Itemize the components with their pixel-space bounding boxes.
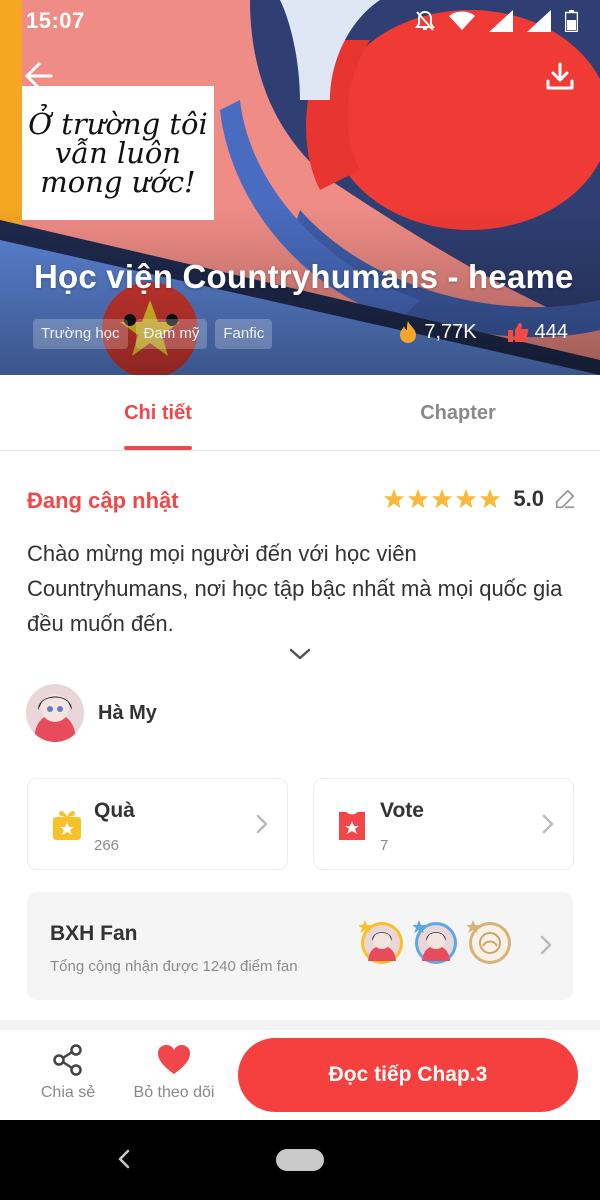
top-fan-1-avatar xyxy=(358,920,405,966)
update-status: Đang cập nhật xyxy=(27,488,179,513)
chevron-right-icon xyxy=(540,935,552,955)
tag-list: Trường học Đam mỹ Fanfic xyxy=(33,319,273,349)
story-title: Học viện Countryhumans - heame xyxy=(34,258,574,295)
top-fan-2-avatar xyxy=(412,920,459,966)
gift-count: 266 xyxy=(94,837,120,854)
gift-card[interactable]: Quà 266 xyxy=(27,778,288,870)
heart-icon xyxy=(158,1045,190,1074)
arrow-left-icon xyxy=(25,62,53,90)
star-icon xyxy=(408,488,429,509)
share-icon xyxy=(53,1044,82,1076)
share-label: Chia sẻ xyxy=(40,1084,96,1101)
story-stats: 7,77K 444 xyxy=(398,320,568,344)
star-icon xyxy=(432,488,453,509)
unfollow-button[interactable]: Bỏ theo dõi xyxy=(126,1044,222,1102)
fire-icon xyxy=(400,321,417,343)
author-avatar xyxy=(26,684,84,742)
tab-chapter[interactable]: Chapter xyxy=(316,375,600,451)
fan-ranking-title: BXH Fan xyxy=(50,922,138,945)
system-back-button[interactable] xyxy=(110,1144,138,1174)
bottom-action-bar: Chia sẻ Bỏ theo dõi Đọc tiếp Chap.3 xyxy=(0,1030,600,1120)
gift-icon xyxy=(53,811,81,840)
gift-title: Quà xyxy=(94,799,135,822)
signal-2-icon xyxy=(527,10,551,32)
chevron-right-icon xyxy=(256,814,268,834)
fan-ranking-card[interactable]: BXH Fan Tổng cộng nhận được 1240 điểm fa… xyxy=(27,892,573,1000)
tag-dam-my[interactable]: Đam mỹ xyxy=(135,319,208,349)
system-home-button[interactable] xyxy=(276,1149,324,1171)
notifications-off-icon xyxy=(415,10,435,31)
vote-ticket-icon xyxy=(339,812,365,840)
rating: 5.0 xyxy=(383,486,576,512)
views-count: 7,77K xyxy=(424,320,477,343)
likes-stat: 444 xyxy=(507,321,568,344)
cover-caption-line: vẫn luôn xyxy=(54,135,182,170)
story-description: Chào mừng mọi người đến với học viên Cou… xyxy=(27,541,563,636)
star-icon xyxy=(384,488,405,509)
chevron-left-icon xyxy=(118,1149,130,1169)
chevron-down-icon xyxy=(289,648,311,660)
cover-banner: 15:07 Ở trường tôi vẫn luôn mong ước! Họ… xyxy=(0,0,600,375)
tag-fanfic[interactable]: Fanfic xyxy=(215,319,273,349)
expand-description-button[interactable] xyxy=(286,642,314,666)
top-fans xyxy=(358,920,513,966)
star-icon xyxy=(456,488,477,509)
bottom-separator xyxy=(0,1020,600,1030)
active-tab-indicator xyxy=(124,446,192,450)
download-button[interactable] xyxy=(540,56,580,96)
top-fan-3-avatar xyxy=(466,920,513,966)
cover-caption-line: mong ước! xyxy=(40,164,196,199)
star-icon xyxy=(480,488,501,509)
wifi-icon xyxy=(449,11,475,30)
likes-count: 444 xyxy=(534,320,568,343)
tab-bar: Chi tiết Chapter xyxy=(0,375,600,451)
chevron-right-icon xyxy=(542,814,554,834)
fan-ranking-subtitle: Tổng cộng nhận được 1240 điểm fan xyxy=(50,958,298,975)
edit-rating-icon[interactable] xyxy=(554,488,576,510)
download-icon xyxy=(546,62,574,90)
cover-caption-line: Ở trường tôi xyxy=(28,106,208,141)
tag-school[interactable]: Trường học xyxy=(33,319,128,349)
author-row[interactable]: Hà My xyxy=(26,684,157,742)
back-button[interactable] xyxy=(18,56,58,96)
vote-title: Vote xyxy=(380,799,424,822)
vote-card[interactable]: Vote 7 xyxy=(313,778,574,870)
unfollow-label: Bỏ theo dõi xyxy=(133,1084,215,1101)
tab-detail[interactable]: Chi tiết xyxy=(0,375,316,451)
battery-icon xyxy=(565,10,578,32)
thumbs-up-icon xyxy=(507,323,529,342)
continue-reading-button[interactable]: Đọc tiếp Chap.3 xyxy=(238,1038,578,1112)
vote-count: 7 xyxy=(380,837,389,854)
share-button[interactable]: Chia sẻ xyxy=(36,1044,100,1102)
status-bar: 15:07 xyxy=(0,0,600,42)
rating-value: 5.0 xyxy=(513,486,544,511)
signal-icon xyxy=(489,10,513,32)
cover-caption-box: Ở trường tôi vẫn luôn mong ước! xyxy=(22,86,214,220)
views-stat: 7,77K xyxy=(398,320,477,344)
system-nav-bar xyxy=(0,1120,600,1200)
status-time: 15:07 xyxy=(26,8,85,33)
author-name: Hà My xyxy=(98,701,157,724)
